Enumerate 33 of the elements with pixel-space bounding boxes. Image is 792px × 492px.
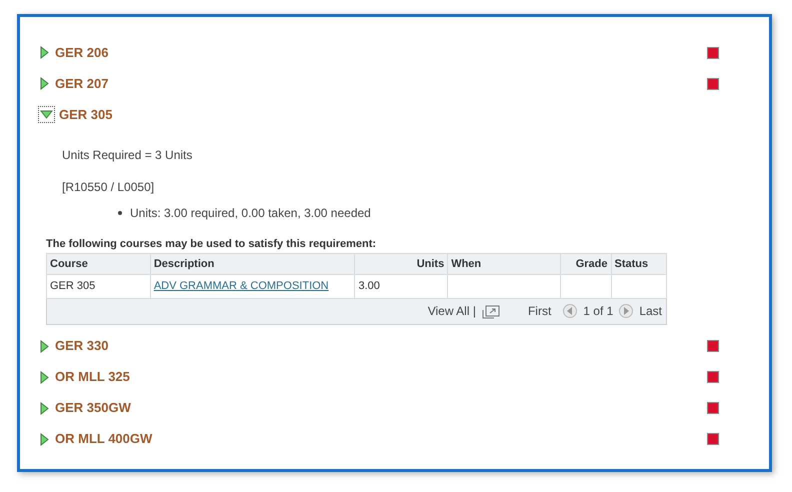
column-header: Course <box>46 253 150 274</box>
table-cell: GER 305 <box>46 274 150 298</box>
table-caption: The following courses may be used to satisfy this requirement: <box>46 237 378 252</box>
expand-toggle[interactable] <box>38 432 51 446</box>
last-link[interactable]: Last <box>639 302 662 320</box>
expand-toggle[interactable] <box>38 400 51 416</box>
view-all-link[interactable]: View All | <box>428 302 476 320</box>
requirement-title[interactable]: GER 206 <box>55 42 108 62</box>
column-header: Grade <box>560 253 612 274</box>
expand-toggle[interactable] <box>38 76 51 91</box>
requirement-title[interactable]: GER 207 <box>55 74 108 94</box>
table-cell: 3.00 <box>354 274 448 298</box>
column-header: Units <box>354 253 448 274</box>
requirement-title[interactable]: OR MLL 400GW <box>55 429 152 449</box>
expand-toggle[interactable] <box>38 370 51 384</box>
column-header: Status <box>611 253 666 274</box>
units-required-text: Units Required = 3 Units <box>62 147 194 164</box>
requirement-title[interactable]: GER 350GW <box>55 398 131 418</box>
column-header: When <box>448 253 561 274</box>
requirement-title[interactable]: GER 305 <box>59 104 112 124</box>
bullet-icon <box>118 211 122 215</box>
column-header: Description <box>150 253 355 274</box>
rule-code: [R10550 / L0050] <box>62 179 156 196</box>
first-link[interactable]: First <box>528 302 552 320</box>
expand-toggle[interactable] <box>38 45 51 60</box>
requirement-title[interactable]: OR MLL 325 <box>55 367 130 387</box>
collapse-toggle[interactable] <box>38 106 55 123</box>
next-icon[interactable] <box>619 304 634 318</box>
page-counter: 1 of 1 <box>583 303 614 320</box>
previous-icon[interactable] <box>563 304 578 318</box>
units-summary: Units: 3.00 required, 0.00 taken, 3.00 needed <box>130 205 371 222</box>
expand-toggle[interactable] <box>38 338 51 354</box>
requirement-title[interactable]: GER 330 <box>55 336 108 356</box>
